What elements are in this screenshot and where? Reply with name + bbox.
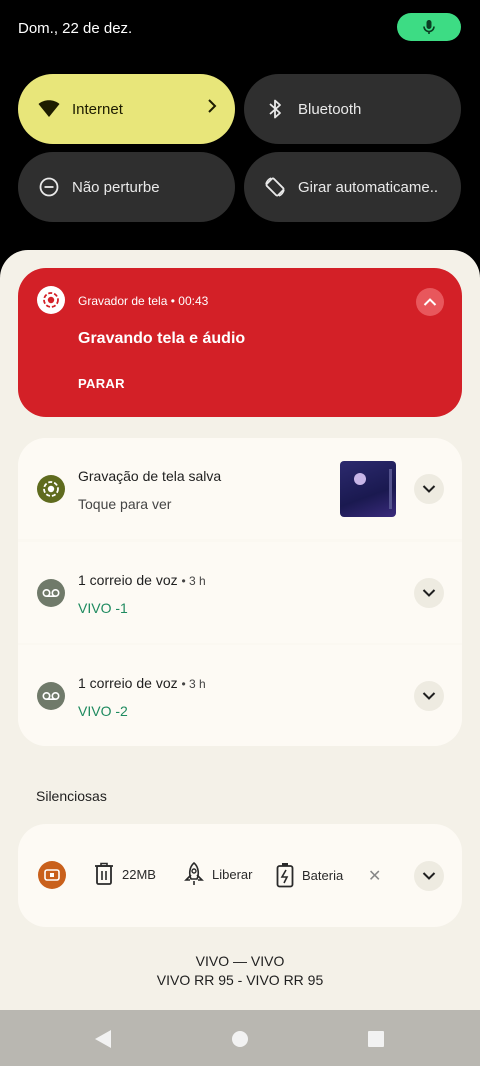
notification-title: 1 correio de voz (78, 572, 178, 588)
free-memory-action[interactable]: Liberar (184, 862, 252, 886)
notification-group: Gravação de tela salva Toque para ver 1 … (18, 438, 462, 746)
home-button[interactable] (229, 1028, 251, 1050)
chevron-down-icon (422, 692, 436, 700)
chevron-down-icon (422, 589, 436, 597)
notification-subtitle: Toque para ver (78, 496, 172, 512)
date-label: Dom., 22 de dez. (18, 20, 133, 37)
notification-recording-saved[interactable]: Gravação de tela salva Toque para ver (18, 438, 462, 539)
back-icon (95, 1030, 111, 1048)
tile-dnd-label: Não perturbe (72, 178, 160, 196)
expand-button[interactable] (414, 681, 444, 711)
navigation-bar (0, 1010, 480, 1066)
chevron-right-icon (207, 99, 217, 117)
stop-recording-button[interactable]: PARAR (78, 376, 125, 391)
recorder-app-name: Gravador de tela (78, 294, 168, 308)
screen-record-icon (37, 286, 65, 314)
bluetooth-icon (264, 98, 286, 120)
carrier-line-2: VIVO RR 95 - VIVO RR 95 (156, 972, 324, 988)
carrier-line-1: VIVO — VIVO (195, 953, 285, 969)
notification-title: Gravação de tela salva (78, 468, 222, 484)
chevron-down-icon (422, 872, 436, 880)
rocket-icon (184, 862, 204, 886)
notification-subtitle: VIVO -2 (78, 703, 128, 719)
tile-internet-label: Internet (72, 100, 123, 118)
expand-button[interactable] (414, 474, 444, 504)
screen-recorder-notification[interactable]: Gravador de tela • 00:43 Gravando tela e… (18, 268, 462, 417)
microphone-icon (423, 20, 435, 34)
notification-title-row: 1 correio de voz • 3 h (78, 675, 206, 691)
battery-icon (276, 862, 294, 888)
notification-time: 3 h (189, 574, 206, 588)
battery-action[interactable]: Bateria (276, 862, 343, 888)
wifi-icon (38, 98, 60, 120)
chevron-up-icon (423, 298, 437, 306)
mic-indicator[interactable] (397, 13, 461, 41)
recorder-app-header: Gravador de tela • 00:43 (78, 294, 209, 308)
collapse-button[interactable] (416, 288, 444, 316)
dismiss-icon[interactable]: ✕ (368, 866, 381, 886)
notification-title-row: 1 correio de voz • 3 h (78, 572, 206, 588)
notification-title: 1 correio de voz (78, 675, 178, 691)
cleaner-app-icon (38, 861, 66, 889)
home-icon (232, 1031, 248, 1047)
tile-internet[interactable]: Internet (18, 74, 235, 144)
free-memory-label: Liberar (212, 866, 253, 882)
tile-bluetooth-label: Bluetooth (298, 100, 362, 118)
rotate-icon (264, 176, 286, 198)
silent-notification-cleaner[interactable]: 22MB Liberar Bateria ✕ (18, 824, 462, 927)
storage-amount: 22MB (122, 866, 156, 882)
battery-label: Bateria (302, 867, 344, 883)
expand-button[interactable] (414, 861, 444, 891)
expand-button[interactable] (414, 578, 444, 608)
tile-auto-rotate[interactable]: Girar automaticame.. (244, 152, 461, 222)
do-not-disturb-icon (38, 176, 60, 198)
notification-voicemail-2[interactable]: 1 correio de voz • 3 h VIVO -2 (18, 645, 462, 746)
tile-auto-rotate-label: Girar automaticame.. (298, 178, 439, 196)
trash-icon (94, 862, 114, 886)
tile-dnd[interactable]: Não perturbe (18, 152, 235, 222)
silent-section-label: Silenciosas (36, 788, 107, 804)
voicemail-icon (37, 682, 65, 710)
back-button[interactable] (92, 1028, 114, 1050)
notification-voicemail-1[interactable]: 1 correio de voz • 3 h VIVO -1 (18, 542, 462, 643)
screen-record-icon (37, 475, 65, 503)
voicemail-icon (37, 579, 65, 607)
recorder-elapsed-time: 00:43 (178, 294, 209, 308)
recents-button[interactable] (365, 1028, 387, 1050)
notification-time: 3 h (189, 677, 206, 691)
chevron-down-icon (422, 485, 436, 493)
tile-bluetooth[interactable]: Bluetooth (244, 74, 461, 144)
recorder-title: Gravando tela e áudio (78, 330, 246, 347)
recording-thumbnail[interactable] (340, 461, 396, 517)
storage-action[interactable]: 22MB (94, 862, 156, 886)
notification-subtitle: VIVO -1 (78, 600, 128, 616)
recents-icon (368, 1031, 384, 1047)
